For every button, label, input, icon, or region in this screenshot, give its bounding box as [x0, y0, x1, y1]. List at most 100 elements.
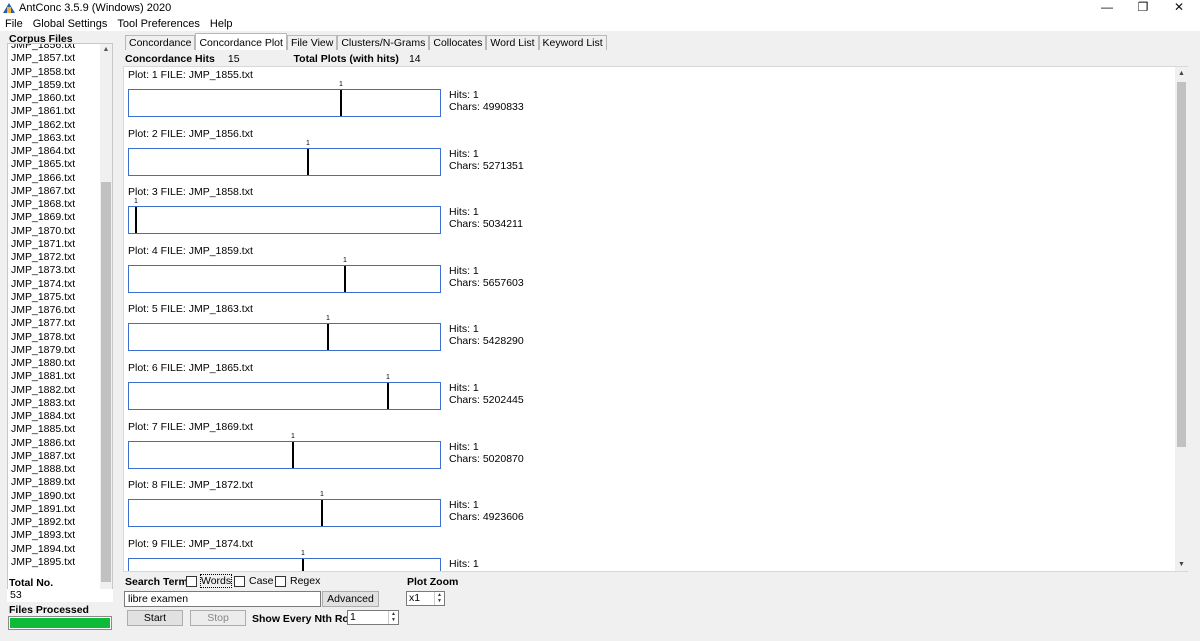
corpus-file-item[interactable]: JMP_1874.txt [10, 278, 102, 291]
spinner-arrows-icon[interactable]: ▲ ▼ [388, 611, 398, 624]
plot-title: Plot: 4 FILE: JMP_1859.txt [128, 244, 253, 257]
corpus-file-item[interactable]: JMP_1883.txt [10, 397, 102, 410]
hit-marker-label: 1 [320, 491, 324, 499]
concordance-plot-area[interactable]: Plot: 1 FILE: JMP_1855.txt 1 Hits: 1 Chars:… [123, 66, 1188, 572]
plot-bar[interactable]: 1 [128, 315, 441, 352]
plot-scroll-up-icon[interactable]: ▲ [1175, 67, 1188, 80]
menu-global-settings[interactable]: Global Settings [28, 18, 113, 30]
corpus-file-item[interactable]: JMP_1885.txt [10, 423, 102, 436]
regex-checkbox-box[interactable] [275, 575, 286, 587]
corpus-file-item[interactable]: JMP_1882.txt [10, 384, 102, 397]
corpus-file-item[interactable]: JMP_1873.txt [10, 264, 102, 277]
corpus-file-item[interactable]: JMP_1884.txt [10, 410, 102, 423]
words-checkbox[interactable]: Words [186, 574, 233, 588]
corpus-file-item[interactable]: JMP_1879.txt [10, 344, 102, 357]
corpus-file-item[interactable]: JMP_1858.txt [10, 66, 102, 79]
plot-bar[interactable]: 1 [128, 81, 441, 117]
menu-help[interactable]: Help [205, 18, 238, 30]
corpus-file-item[interactable]: JMP_1889.txt [10, 476, 102, 489]
corpus-file-item[interactable]: JMP_1881.txt [10, 370, 102, 383]
hit-marker[interactable] [344, 265, 346, 292]
scroll-thumb[interactable] [101, 182, 111, 582]
plot-bar[interactable]: 1 [128, 198, 441, 235]
corpus-file-item[interactable]: JMP_1877.txt [10, 317, 102, 330]
zoom-spinner-arrows-icon[interactable]: ▲ ▼ [434, 592, 444, 605]
plot-chars: Chars: 5034211 [449, 218, 523, 231]
corpus-file-list[interactable]: JMP_1856.txt JMP_1857.txt JMP_1858.txt JMP_… [7, 43, 113, 599]
search-term-input[interactable]: libre examen [124, 591, 321, 607]
nth-row-spinner[interactable]: 1 ▲ ▼ [347, 610, 399, 625]
plot-scrollbar[interactable]: ▲ ▼ [1175, 67, 1188, 571]
plot-title: Plot: 5 FILE: JMP_1863.txt [128, 303, 253, 316]
plot-bar[interactable]: 1 [128, 374, 441, 410]
plot-row: Plot: 1 FILE: JMP_1855.txt 1 Hits: 1 Chars:… [124, 69, 1174, 127]
plot-chars: Chars: 4923606 [449, 511, 524, 524]
regex-checkbox[interactable]: Regex [275, 575, 320, 587]
tab-file-view[interactable]: File View [286, 35, 338, 50]
plot-bar[interactable]: 1 [128, 140, 441, 176]
case-checkbox[interactable]: Case [234, 575, 274, 587]
hit-marker[interactable] [387, 383, 389, 409]
corpus-file-item[interactable]: JMP_1887.txt [10, 450, 102, 463]
corpus-file-item[interactable]: JMP_1892.txt [10, 516, 102, 529]
tab-collocates[interactable]: Collocates [429, 35, 487, 50]
corpus-file-item[interactable]: JMP_1868.txt [10, 198, 102, 211]
plot-scroll-down-icon[interactable]: ▼ [1175, 558, 1188, 571]
corpus-file-item[interactable]: JMP_1871.txt [10, 238, 102, 251]
tab-concordance-plot[interactable]: Concordance Plot [195, 33, 287, 50]
corpus-file-item[interactable]: JMP_1869.txt [10, 211, 102, 224]
corpus-file-item[interactable]: JMP_1860.txt [10, 92, 102, 105]
corpus-file-item[interactable]: JMP_1894.txt [10, 543, 102, 556]
corpus-file-item[interactable]: JMP_1861.txt [10, 105, 102, 118]
corpus-file-item[interactable]: JMP_1878.txt [10, 331, 102, 344]
corpus-file-item[interactable]: JMP_1890.txt [10, 490, 102, 503]
advanced-button[interactable]: Advanced [322, 591, 379, 607]
plot-bar[interactable]: 1 [128, 550, 441, 571]
plot-bar[interactable]: 1 [128, 257, 441, 293]
tab-word-list[interactable]: Word List [486, 35, 539, 50]
corpus-file-item[interactable]: JMP_1866.txt [10, 172, 102, 185]
hit-marker[interactable] [135, 207, 137, 234]
tab-keyword-list[interactable]: Keyword List [538, 35, 607, 50]
hit-marker[interactable] [321, 500, 323, 527]
corpus-file-item[interactable]: JMP_1864.txt [10, 145, 102, 158]
corpus-file-item[interactable]: JMP_1875.txt [10, 291, 102, 304]
corpus-file-item[interactable]: JMP_1895.txt [10, 556, 102, 569]
corpus-file-item[interactable]: JMP_1893.txt [10, 529, 102, 542]
corpus-file-item[interactable]: JMP_1857.txt [10, 52, 102, 65]
corpus-file-item[interactable]: JMP_1876.txt [10, 304, 102, 317]
menu-file[interactable]: File [0, 18, 28, 30]
start-button[interactable]: Start [127, 610, 183, 626]
plot-bar[interactable]: 1 [128, 433, 441, 469]
tab-clusters-ngrams[interactable]: Clusters/N-Grams [337, 35, 430, 50]
case-checkbox-box[interactable] [234, 575, 245, 587]
plot-bar[interactable]: 1 [128, 491, 441, 528]
hit-marker[interactable] [327, 324, 329, 351]
words-checkbox-box[interactable] [186, 575, 197, 587]
corpus-file-item[interactable]: JMP_1863.txt [10, 132, 102, 145]
scroll-up-arrow-icon[interactable]: ▲ [100, 44, 112, 56]
plot-summary: Concordance Hits 15 Total Plots (with hi… [125, 53, 421, 65]
hit-marker[interactable] [340, 90, 342, 116]
corpus-file-item[interactable]: JMP_1870.txt [10, 225, 102, 238]
corpus-file-item[interactable]: JMP_1856.txt [10, 44, 102, 52]
corpus-file-item[interactable]: JMP_1865.txt [10, 158, 102, 171]
plot-zoom-spinner[interactable]: x1 ▲ ▼ [406, 591, 445, 606]
corpus-file-item[interactable]: JMP_1891.txt [10, 503, 102, 516]
corpus-file-item[interactable]: JMP_1886.txt [10, 437, 102, 450]
plot-scroll-thumb[interactable] [1177, 82, 1186, 447]
corpus-file-item[interactable]: JMP_1862.txt [10, 119, 102, 132]
hit-marker[interactable] [292, 441, 294, 468]
hit-marker[interactable] [307, 148, 309, 175]
corpus-file-item[interactable]: JMP_1888.txt [10, 463, 102, 476]
stop-button[interactable]: Stop [190, 610, 246, 626]
close-button[interactable]: ✕ [1156, 0, 1200, 16]
corpus-file-item[interactable]: JMP_1859.txt [10, 79, 102, 92]
hit-marker[interactable] [302, 558, 304, 571]
corpus-file-item[interactable]: JMP_1880.txt [10, 357, 102, 370]
menu-tool-preferences[interactable]: Tool Preferences [112, 18, 205, 30]
corpus-file-item[interactable]: JMP_1872.txt [10, 251, 102, 264]
tab-concordance[interactable]: Concordance [125, 35, 196, 50]
file-list-scrollbar[interactable]: ▲ ▼ [100, 44, 112, 598]
corpus-file-item[interactable]: JMP_1867.txt [10, 185, 102, 198]
